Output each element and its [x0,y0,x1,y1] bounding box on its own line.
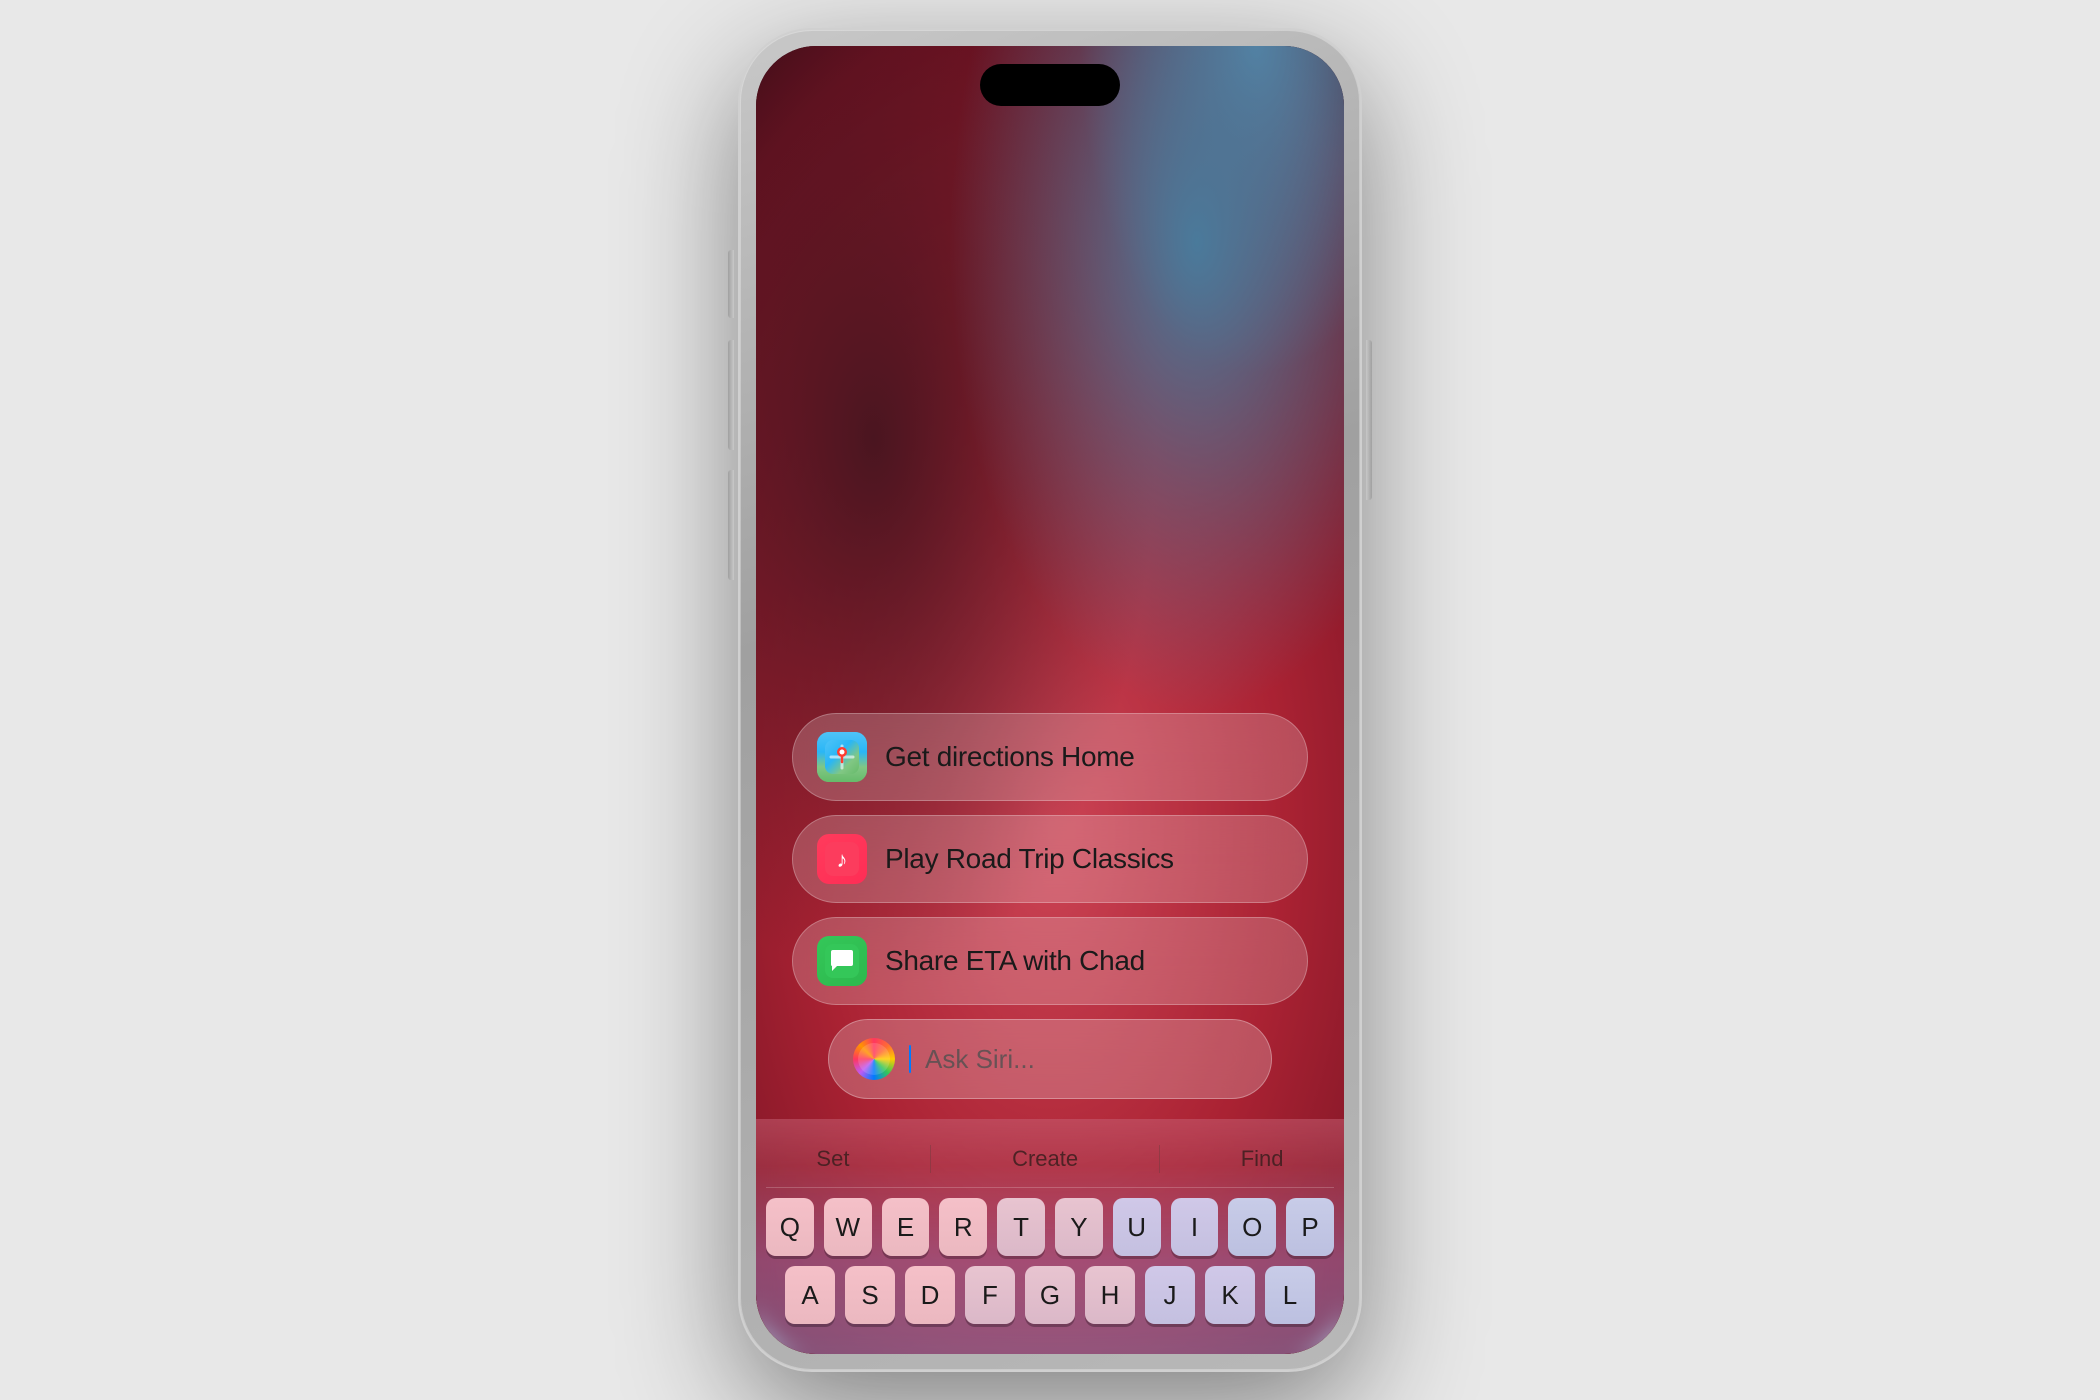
key-q[interactable]: Q [766,1198,814,1256]
music-app-icon: ♪ [817,834,867,884]
key-j[interactable]: J [1145,1266,1195,1324]
power-button[interactable] [1366,340,1372,500]
dynamic-island [980,64,1120,106]
siri-placeholder-text: Ask Siri... [925,1044,1035,1075]
suggestions-container: Get directions Home ♪ Play Road Trip Cla… [756,713,1344,1119]
suggestion-directions[interactable]: Get directions Home [792,713,1308,801]
shortcut-divider-2 [1159,1145,1160,1173]
key-f[interactable]: F [965,1266,1015,1324]
key-k[interactable]: K [1205,1266,1255,1324]
key-i[interactable]: I [1171,1198,1219,1256]
key-g[interactable]: G [1025,1266,1075,1324]
key-w[interactable]: W [824,1198,872,1256]
messages-app-icon [817,936,867,986]
siri-area: Get directions Home ♪ Play Road Trip Cla… [756,46,1344,1354]
svg-text:♪: ♪ [837,847,848,872]
key-l[interactable]: L [1265,1266,1315,1324]
volume-down-button[interactable] [728,470,734,580]
shortcut-find[interactable]: Find [1221,1146,1304,1172]
key-r[interactable]: R [939,1198,987,1256]
suggestion-messages[interactable]: Share ETA with Chad [792,917,1308,1005]
suggestion-directions-text: Get directions Home [885,741,1135,773]
keyboard: Set Create Find Q W E R T Y U I O [756,1119,1344,1354]
maps-app-icon [817,732,867,782]
phone-frame: Get directions Home ♪ Play Road Trip Cla… [740,30,1360,1370]
siri-logo-icon [853,1038,895,1080]
shortcut-set[interactable]: Set [796,1146,869,1172]
shortcut-divider-1 [930,1145,931,1173]
key-h[interactable]: H [1085,1266,1135,1324]
key-d[interactable]: D [905,1266,955,1324]
siri-input-bar[interactable]: Ask Siri... [828,1019,1272,1099]
key-a[interactable]: A [785,1266,835,1324]
keyboard-bottom-spacing [766,1334,1334,1354]
shortcut-create[interactable]: Create [992,1146,1098,1172]
key-e[interactable]: E [882,1198,930,1256]
key-t[interactable]: T [997,1198,1045,1256]
key-p[interactable]: P [1286,1198,1334,1256]
phone-screen: Get directions Home ♪ Play Road Trip Cla… [756,46,1344,1354]
volume-up-button[interactable] [728,340,734,450]
keyboard-shortcuts-row: Set Create Find [766,1133,1334,1188]
key-u[interactable]: U [1113,1198,1161,1256]
key-o[interactable]: O [1228,1198,1276,1256]
siri-cursor [909,1045,911,1073]
key-s[interactable]: S [845,1266,895,1324]
suggestion-music-text: Play Road Trip Classics [885,843,1174,875]
keyboard-row-1: Q W E R T Y U I O P [766,1198,1334,1256]
key-y[interactable]: Y [1055,1198,1103,1256]
suggestion-music[interactable]: ♪ Play Road Trip Classics [792,815,1308,903]
mute-button[interactable] [728,250,734,318]
suggestion-messages-text: Share ETA with Chad [885,945,1145,977]
keyboard-row-2: A S D F G H J K L [766,1266,1334,1324]
